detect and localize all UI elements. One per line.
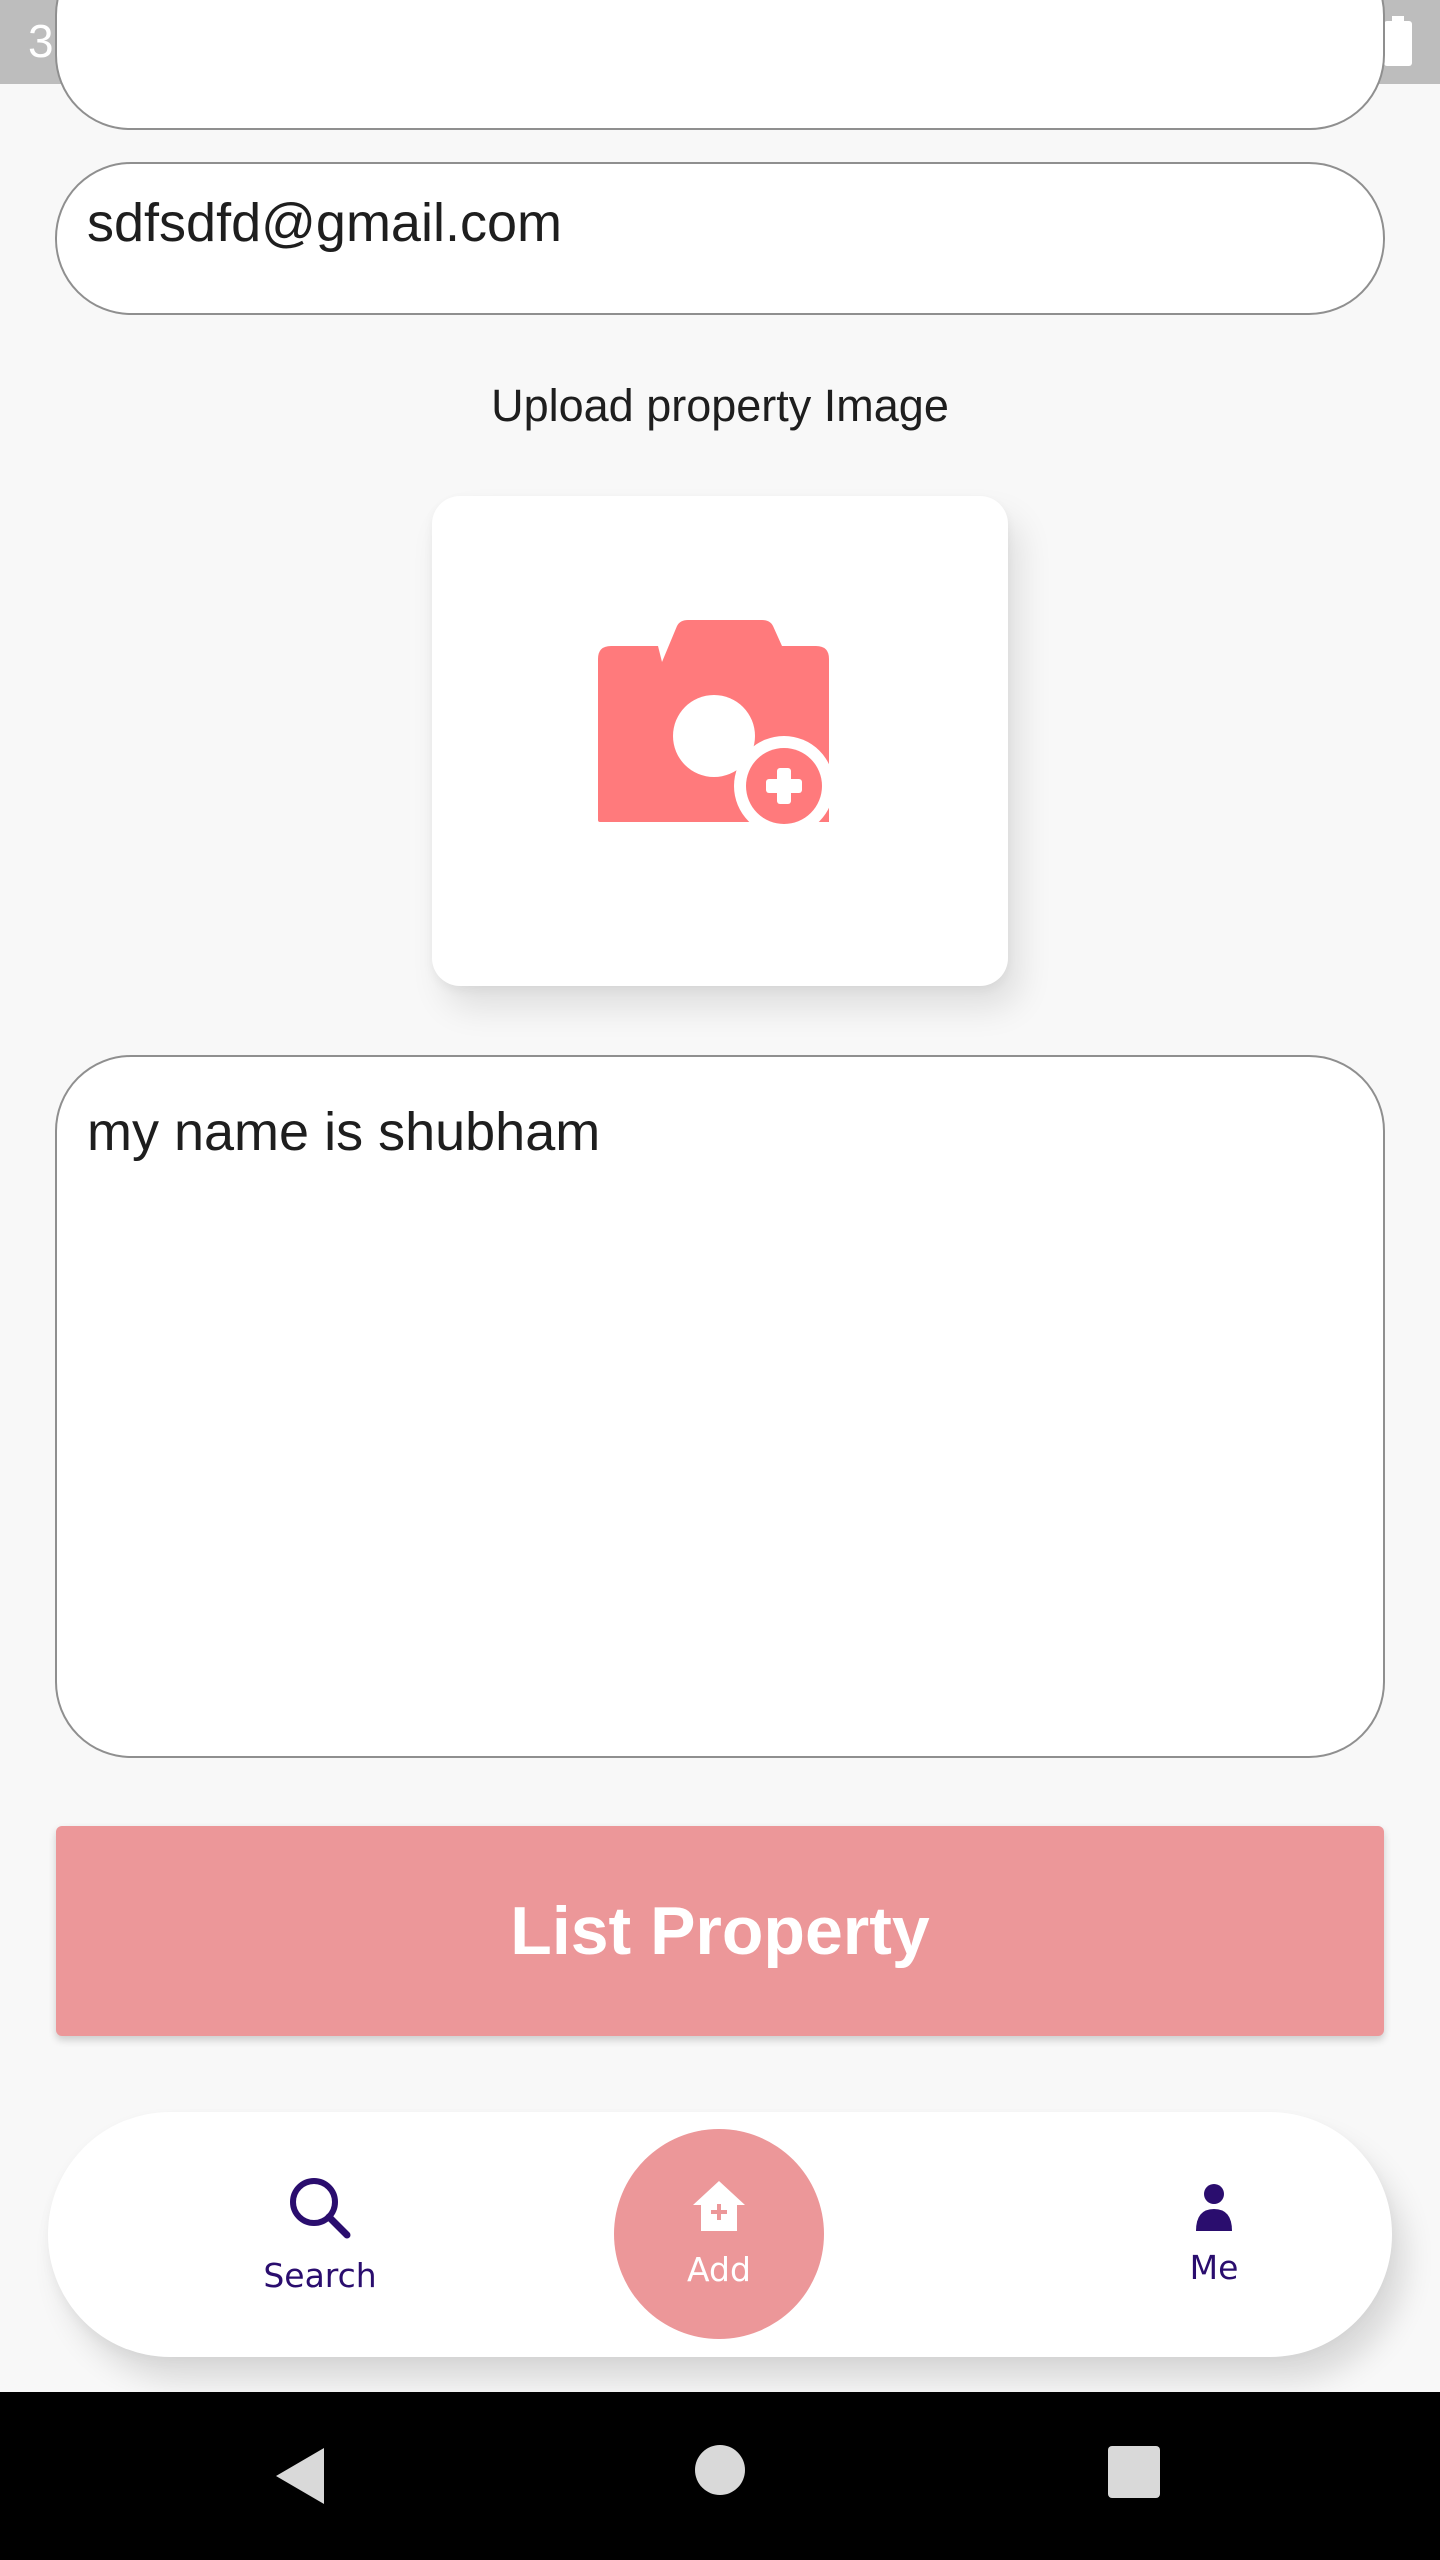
upload-label: Upload property Image bbox=[491, 380, 949, 431]
screen: 3:40 bbox=[0, 0, 1440, 2560]
home-add-icon bbox=[691, 2179, 747, 2238]
home-circle-icon[interactable] bbox=[694, 2444, 746, 2501]
description-field[interactable]: my name is shubham bbox=[55, 1055, 1385, 1758]
previous-field[interactable] bbox=[55, 0, 1385, 130]
search-icon bbox=[287, 2175, 353, 2246]
add-photo-camera-icon bbox=[592, 616, 842, 851]
list-property-button[interactable]: List Property bbox=[56, 1826, 1384, 2036]
system-nav-bar bbox=[0, 2392, 1440, 2560]
image-upload-button[interactable] bbox=[432, 496, 1008, 986]
battery-icon bbox=[1384, 16, 1412, 66]
description-value: my name is shubham bbox=[87, 1102, 601, 1162]
nav-search[interactable]: Search bbox=[210, 2112, 430, 2357]
email-field[interactable]: sdfsdfd@gmail.com bbox=[55, 162, 1385, 315]
bottom-nav: Search Add Me bbox=[48, 2112, 1392, 2357]
nav-add[interactable]: Add bbox=[614, 2129, 824, 2339]
nav-search-label: Search bbox=[263, 2255, 377, 2295]
email-value: sdfsdfd@gmail.com bbox=[87, 193, 562, 253]
nav-add-label: Add bbox=[687, 2250, 751, 2289]
nav-me-label: Me bbox=[1189, 2247, 1239, 2287]
nav-me[interactable]: Me bbox=[1104, 2112, 1324, 2357]
person-icon bbox=[1194, 2183, 1234, 2238]
back-icon[interactable] bbox=[272, 2446, 328, 2511]
recents-square-icon[interactable] bbox=[1108, 2446, 1160, 2503]
